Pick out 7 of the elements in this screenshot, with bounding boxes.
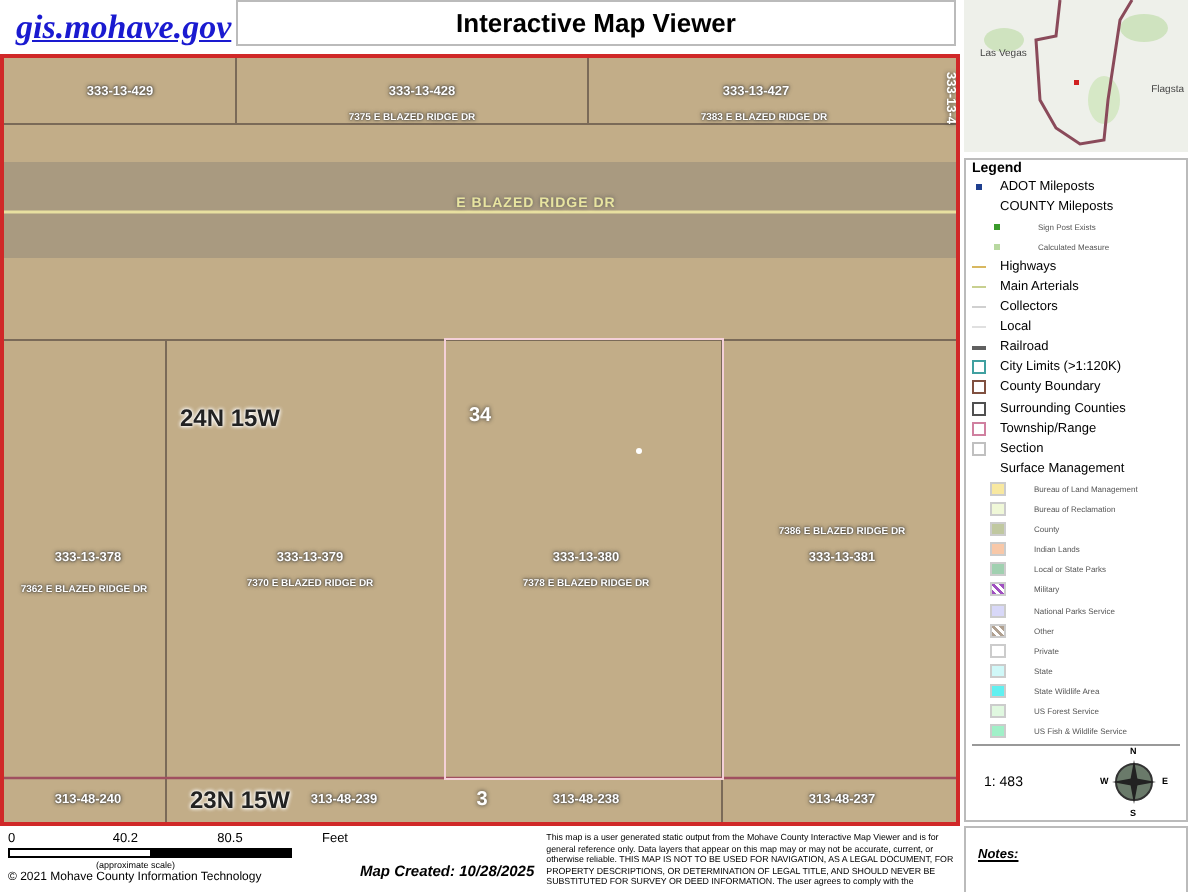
township-label: 23N 15W [189, 786, 291, 814]
township-label: 24N 15W [179, 404, 281, 432]
section-label: 34 [468, 405, 492, 427]
compass-rose-icon [1110, 758, 1158, 806]
location-marker [636, 448, 642, 454]
window-title: Interactive Map Viewer [236, 0, 956, 46]
section-label: 3 [476, 789, 488, 811]
